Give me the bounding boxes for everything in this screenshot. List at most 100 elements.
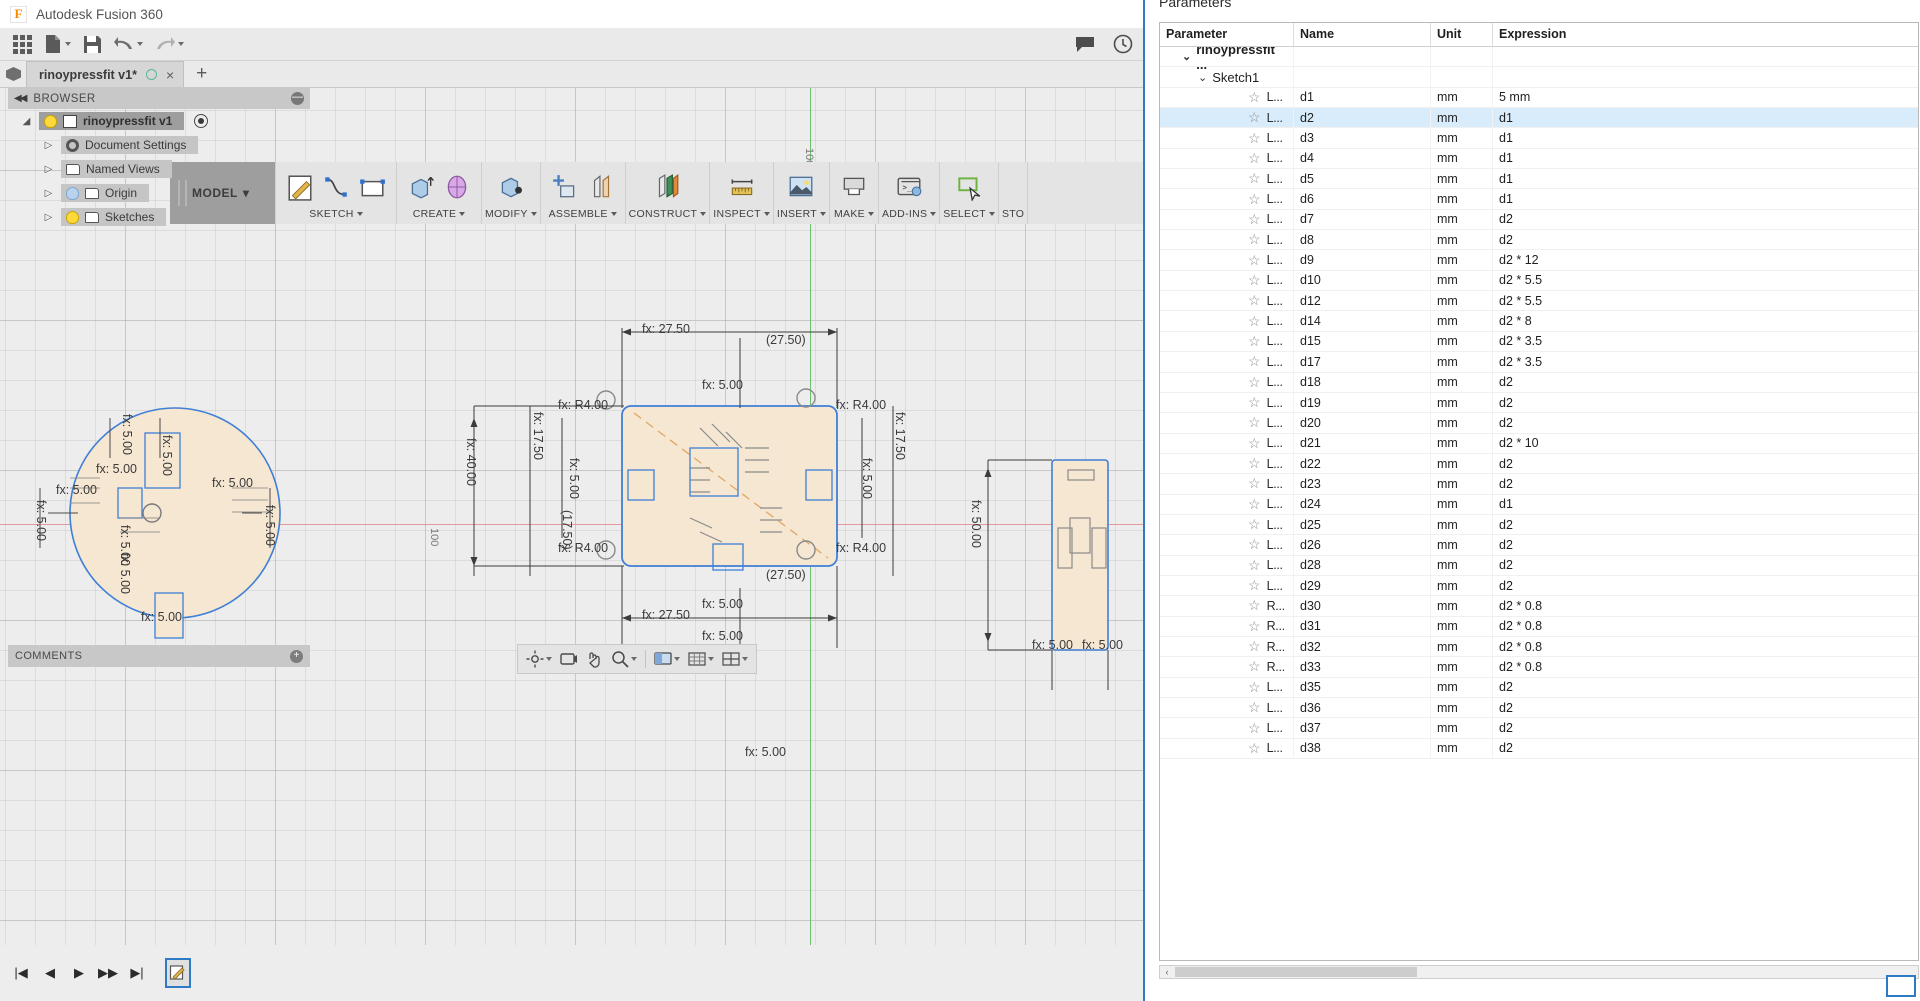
expand-chevron-icon[interactable]: ⌄ (1182, 50, 1191, 63)
parameter-unit[interactable]: mm (1430, 657, 1492, 677)
parameter-expression[interactable]: d2 (1492, 209, 1918, 230)
parameter-unit[interactable]: mm (1430, 331, 1492, 352)
sketch-dimension-label[interactable]: fx: R4.00 (558, 541, 608, 555)
parameter-expression[interactable]: d2 * 0.8 (1492, 616, 1918, 636)
app-grid-button[interactable] (8, 30, 37, 58)
new-component-icon[interactable] (548, 170, 582, 204)
parameter-expression[interactable]: d2 * 3.5 (1492, 352, 1918, 372)
parameter-unit[interactable]: mm (1430, 87, 1492, 108)
parameter-unit[interactable]: mm (1430, 291, 1492, 311)
parameter-unit[interactable]: mm (1430, 494, 1492, 514)
browser-item-origin[interactable]: ▷ Origin (8, 181, 310, 205)
sketch-dimension-label[interactable]: fx: 5.00 (1082, 638, 1123, 652)
timeline-step-forward[interactable]: ▶▶ (97, 962, 119, 984)
timeline-feature-marker[interactable] (165, 958, 191, 988)
parameter-expression[interactable]: d2 * 0.8 (1492, 596, 1918, 616)
sketch-dimension-label[interactable]: fx: 5.00 (118, 553, 132, 594)
offset-plane-icon[interactable] (650, 170, 684, 204)
expand-arrow-icon[interactable]: ▷ (42, 140, 55, 151)
parameter-expression[interactable]: d1 (1492, 189, 1918, 209)
favorite-star-icon[interactable]: ☆ (1248, 557, 1261, 574)
parameter-unit[interactable]: mm (1430, 555, 1492, 575)
parameter-unit[interactable]: mm (1430, 108, 1492, 128)
parameter-expression[interactable]: d2 (1492, 738, 1918, 759)
parameter-row[interactable]: ☆ L... d1 mm 5 mm (1160, 87, 1918, 109)
parameter-unit[interactable]: mm (1430, 352, 1492, 372)
scrollbar-thumb[interactable] (1175, 967, 1417, 977)
close-icon[interactable]: × (166, 68, 174, 82)
parameter-expression[interactable]: d2 (1492, 453, 1918, 474)
visibility-bulb-icon[interactable] (66, 186, 79, 200)
sketch-dimension-label[interactable]: fx: 5.00 (702, 629, 743, 643)
orbit-button[interactable] (523, 647, 555, 671)
expand-arrow-icon[interactable]: ▷ (42, 164, 55, 175)
sketch-dimension-label[interactable]: fx: 5.00 (702, 597, 743, 611)
new-document-button[interactable] (39, 30, 76, 58)
favorite-star-icon[interactable]: ☆ (1248, 699, 1261, 716)
favorite-star-icon[interactable]: ☆ (1248, 191, 1261, 208)
favorite-star-icon[interactable]: ☆ (1248, 130, 1261, 147)
minimize-icon[interactable]: — (291, 92, 304, 105)
parameter-unit[interactable]: mm (1430, 250, 1492, 270)
sketch-dimension-label[interactable]: fx: 5.00 (160, 435, 174, 476)
favorite-star-icon[interactable]: ☆ (1248, 679, 1261, 696)
parameter-row[interactable]: ☆ L... d18 mm d2 (1160, 372, 1918, 393)
grid-snaps-button[interactable] (685, 647, 717, 671)
parameters-ok-button[interactable] (1886, 975, 1916, 997)
favorite-star-icon[interactable]: ☆ (1248, 150, 1261, 167)
favorite-star-icon[interactable]: ☆ (1248, 414, 1261, 431)
parameter-row[interactable]: ☆ L... d8 mm d2 (1160, 230, 1918, 251)
parameter-unit[interactable]: mm (1430, 392, 1492, 413)
ribbon-panel-add-ins[interactable]: >_ ADD-INS (879, 162, 941, 224)
save-button[interactable] (78, 30, 107, 58)
favorite-star-icon[interactable]: ☆ (1248, 597, 1261, 614)
ribbon-panel-sto[interactable]: STO (999, 162, 1029, 224)
parameter-unit[interactable]: mm (1430, 148, 1492, 169)
sketch-dimension-label[interactable]: fx: 5.00 (34, 500, 48, 541)
sketch-dimension-label[interactable]: fx: 5.00 (702, 378, 743, 392)
sketch-dimension-label[interactable]: fx: 17.50 (893, 412, 907, 460)
parameter-name[interactable]: d33 (1293, 657, 1430, 677)
parameter-unit[interactable]: mm (1430, 372, 1492, 392)
sketch-dimension-label[interactable]: fx: 27.50 (642, 322, 690, 336)
ribbon-panel-construct[interactable]: CONSTRUCT (626, 162, 711, 224)
parameter-row[interactable]: ☆ R... d31 mm d2 * 0.8 (1160, 616, 1918, 637)
parameter-expression[interactable]: d2 (1492, 718, 1918, 738)
scroll-left-icon[interactable]: ‹ (1160, 967, 1174, 977)
parameter-row[interactable]: ☆ L... d35 mm d2 (1160, 677, 1918, 698)
parameter-row[interactable]: ☆ L... d20 mm d2 (1160, 413, 1918, 434)
parameter-unit[interactable]: mm (1430, 270, 1492, 291)
parameter-row[interactable]: ☆ L... d10 mm d2 * 5.5 (1160, 270, 1918, 292)
parameter-unit[interactable]: mm (1430, 535, 1492, 555)
sketch-dimension-label[interactable]: fx: 5.00 (141, 610, 182, 624)
parameter-unit[interactable]: mm (1430, 575, 1492, 596)
parameter-name[interactable]: d8 (1293, 230, 1430, 250)
parameter-name[interactable]: d6 (1293, 189, 1430, 209)
visibility-bulb-icon[interactable] (66, 210, 79, 224)
parameter-row[interactable]: ☆ L... d12 mm d2 * 5.5 (1160, 291, 1918, 312)
parameter-row[interactable]: ☆ L... d5 mm d1 (1160, 169, 1918, 190)
parameter-name[interactable]: d29 (1293, 575, 1430, 596)
3d-print-icon[interactable] (837, 170, 871, 204)
parameter-row[interactable]: ☆ L... d38 mm d2 (1160, 738, 1918, 760)
parameter-name[interactable]: d4 (1293, 148, 1430, 169)
select-window-icon[interactable] (952, 170, 986, 204)
favorite-star-icon[interactable]: ☆ (1248, 252, 1261, 269)
revolve-icon[interactable] (440, 170, 474, 204)
favorite-star-icon[interactable]: ☆ (1248, 658, 1261, 675)
sketch-dimension-label[interactable]: fx: 5.00 (120, 414, 134, 455)
ribbon-panel-insert[interactable]: INSERT (774, 162, 830, 224)
favorite-star-icon[interactable]: ☆ (1248, 638, 1261, 655)
parameter-unit[interactable]: mm (1430, 189, 1492, 209)
parameter-row[interactable]: ☆ L... d17 mm d2 * 3.5 (1160, 352, 1918, 373)
browser-item-document-settings[interactable]: ▷ Document Settings (8, 133, 310, 157)
parameter-expression[interactable]: d1 (1492, 128, 1918, 148)
look-at-button[interactable] (557, 647, 581, 671)
pan-button[interactable] (583, 647, 606, 671)
parameter-row[interactable]: ☆ L... d21 mm d2 * 10 (1160, 433, 1918, 454)
favorite-star-icon[interactable]: ☆ (1248, 292, 1261, 309)
parameter-name[interactable]: d9 (1293, 250, 1430, 270)
parameter-unit[interactable]: mm (1430, 474, 1492, 494)
parameter-unit[interactable]: mm (1430, 636, 1492, 657)
column-header-expression[interactable]: Expression (1492, 23, 1918, 46)
